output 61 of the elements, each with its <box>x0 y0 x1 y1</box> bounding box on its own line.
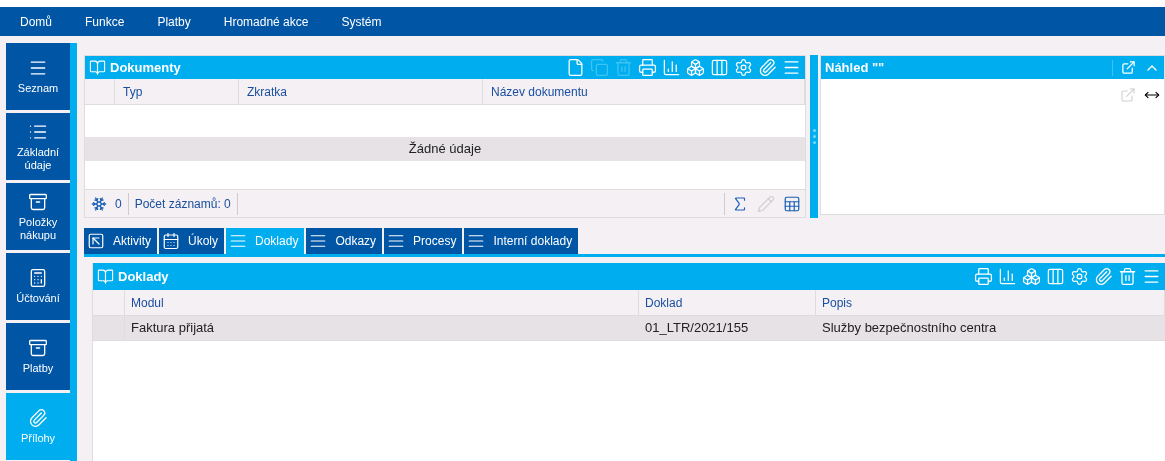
trash-icon[interactable] <box>1118 267 1137 286</box>
settings-icon[interactable] <box>1070 267 1089 286</box>
tab[interactable]: Aktivity <box>84 228 157 254</box>
book-icon <box>89 59 106 76</box>
columns-icon[interactable] <box>1046 267 1065 286</box>
record-count: Počet záznamů: 0 <box>128 192 238 215</box>
sidebar-item[interactable]: Účtování <box>6 253 70 320</box>
empty-message: Žádné údaje <box>408 140 482 159</box>
menu-item[interactable]: Systém <box>341 12 382 31</box>
paperclip-icon[interactable] <box>758 58 777 77</box>
bar-chart-icon[interactable] <box>662 58 681 77</box>
column-header[interactable]: Typ <box>115 79 239 104</box>
snowflake-icon[interactable] <box>91 195 107 212</box>
sidebar-item[interactable]: Položky nákupu <box>6 183 70 250</box>
tab[interactable]: Interní doklady <box>464 228 579 254</box>
panel-title: Doklady <box>118 267 169 286</box>
printer-icon[interactable] <box>974 267 993 286</box>
column-header[interactable]: Doklad <box>639 290 816 315</box>
panel-title: Náhled "" <box>825 58 885 77</box>
columns-icon[interactable] <box>710 58 729 77</box>
popout-icon[interactable] <box>1121 60 1136 75</box>
menu-item[interactable]: Funkce <box>85 12 125 31</box>
printer-icon[interactable] <box>638 58 657 77</box>
cubes-icon[interactable] <box>1022 267 1041 286</box>
tab[interactable]: Odkazy <box>306 228 383 254</box>
calculator-icon <box>28 268 48 288</box>
paperclip-icon <box>28 408 48 428</box>
sidebar-item[interactable]: Seznam <box>6 43 70 110</box>
column-header[interactable]: Popis <box>816 290 1165 315</box>
column-header[interactable]: Zkratka <box>239 79 483 104</box>
sidebar-item[interactable]: Základní údaje <box>6 113 70 180</box>
menu-item[interactable]: Domů <box>20 12 52 31</box>
settings-icon[interactable] <box>734 58 753 77</box>
lines-icon <box>387 232 406 250</box>
menu-item[interactable]: Hromadné akce <box>223 12 309 31</box>
bar-chart-icon[interactable] <box>998 267 1017 286</box>
table-cell-text: 01_LTR/2021/155 <box>644 319 750 338</box>
table-row[interactable]: Faktura přijatá 01_LTR/2021/155 Služby bezpečnostního centra <box>93 316 1165 341</box>
table-export-icon[interactable] <box>783 194 801 213</box>
archive-box-icon <box>28 191 48 212</box>
menu-item[interactable]: Platby <box>157 12 191 31</box>
column-header[interactable]: Modul <box>125 290 639 315</box>
cubes-icon[interactable] <box>686 58 705 77</box>
sidebar-item[interactable]: Platby <box>6 323 70 390</box>
tab[interactable]: Úkoly <box>159 228 225 254</box>
lines-icon <box>229 232 248 250</box>
column-header[interactable]: Název dokumentu <box>483 79 805 104</box>
lines-icon <box>309 232 328 250</box>
new-document-icon[interactable] <box>566 58 585 77</box>
calendar-icon <box>162 232 180 250</box>
menu-icon[interactable] <box>1142 267 1161 286</box>
table-cell-text: Faktura přijatá <box>130 319 216 338</box>
archive-box-icon <box>28 338 48 358</box>
lines-icon <box>467 232 486 250</box>
tab[interactable]: Procesy <box>384 228 463 254</box>
table-cell-text: Služby bezpečnostního centra <box>821 319 998 338</box>
menu-icon[interactable] <box>782 58 801 77</box>
paperclip-icon[interactable] <box>1094 267 1113 286</box>
frozen-count: 0 <box>115 195 122 213</box>
panel-title: Dokumenty <box>110 58 181 77</box>
book-icon <box>97 268 114 285</box>
